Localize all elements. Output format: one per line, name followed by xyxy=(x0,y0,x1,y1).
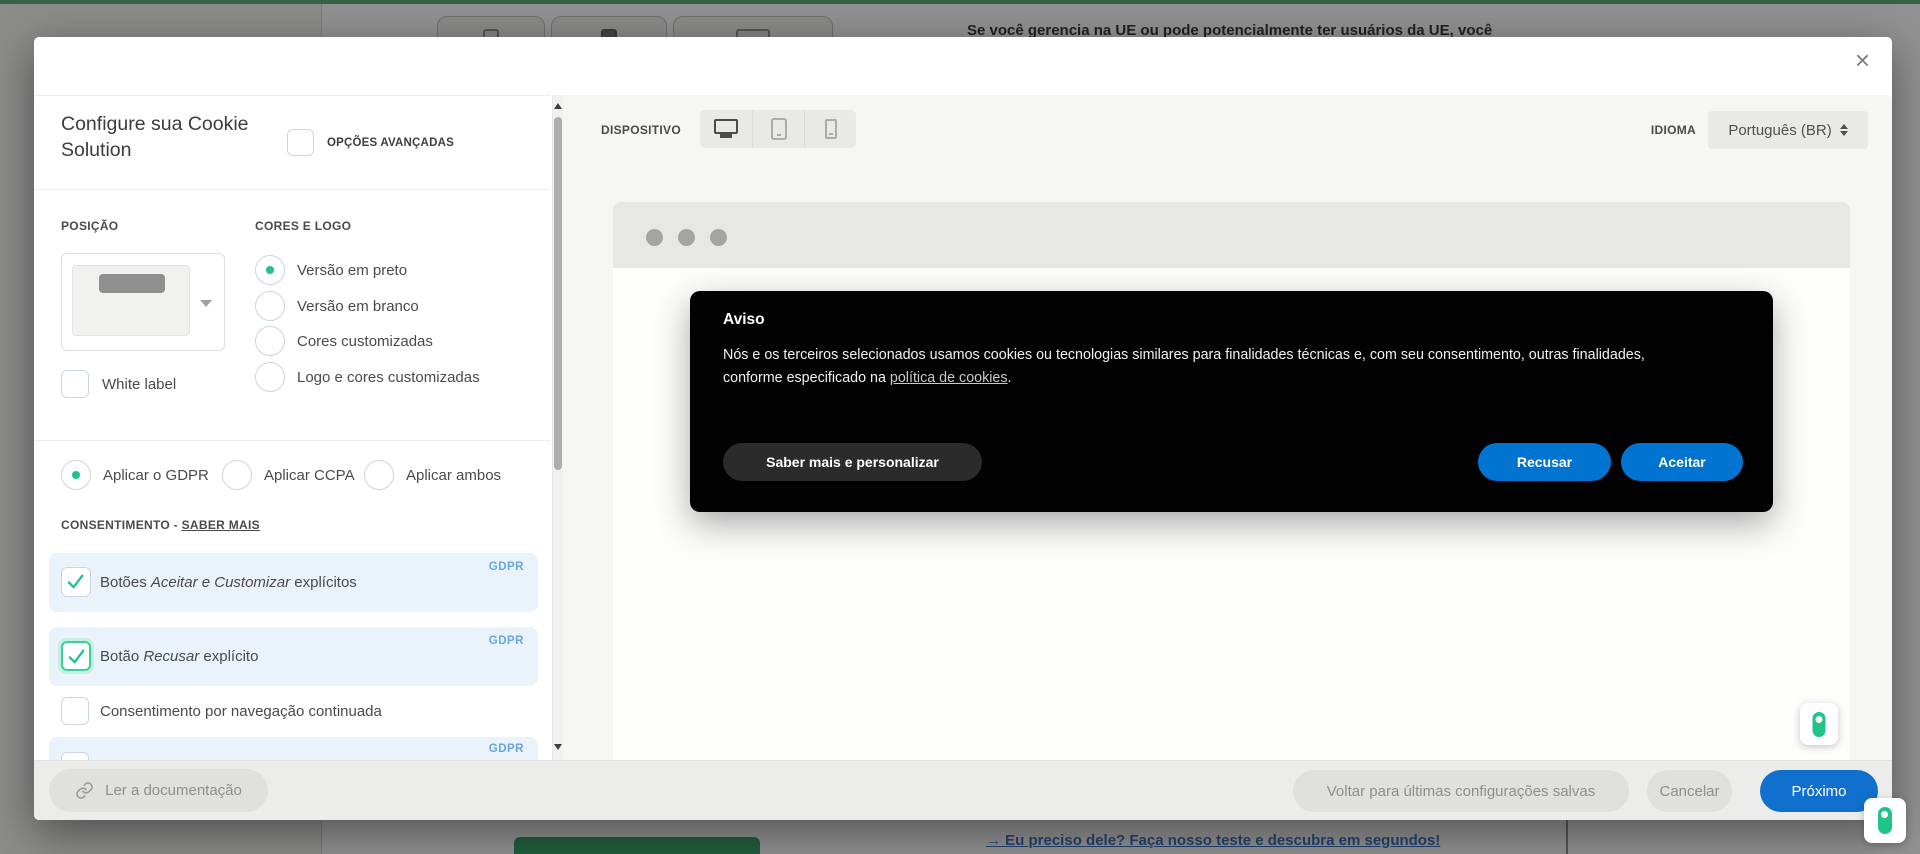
advanced-options-label: OPÇÕES AVANÇADAS xyxy=(327,137,454,149)
window-dot-icon xyxy=(646,229,663,246)
colors-section-label: CORES E LOGO xyxy=(255,219,351,233)
link-icon xyxy=(75,781,94,800)
cookie-policy-link[interactable]: política de cookies xyxy=(890,370,1008,386)
banner-title: Aviso xyxy=(723,311,765,329)
device-switcher xyxy=(700,110,856,148)
privacy-lock-icon xyxy=(1813,712,1826,737)
position-preview xyxy=(72,265,190,336)
white-label-checkbox[interactable] xyxy=(61,370,89,398)
radio-icon xyxy=(222,460,252,490)
radio-icon xyxy=(255,291,285,321)
color-option-black[interactable]: Versão em preto xyxy=(255,255,407,285)
position-picker[interactable] xyxy=(61,253,225,351)
radio-icon xyxy=(255,326,285,356)
settings-panel: Configure sua Cookie Solution OPÇÕES AVA… xyxy=(34,95,550,760)
gdpr-badge: GDPR xyxy=(489,561,524,573)
window-dot-icon xyxy=(678,229,695,246)
regulation-both[interactable]: Aplicar ambos xyxy=(364,460,501,490)
checked-focused-checkbox[interactable] xyxy=(61,641,91,671)
color-option-custom-colors[interactable]: Cores customizadas xyxy=(255,326,433,356)
phone-icon xyxy=(825,119,837,139)
advanced-options-checkbox[interactable] xyxy=(287,129,314,156)
advanced-options-toggle[interactable]: OPÇÕES AVANÇADAS xyxy=(287,129,454,156)
cookie-configurator-modal: × Configure sua Cookie Solution OPÇÕES A… xyxy=(34,37,1892,820)
position-banner-thumbnail xyxy=(99,274,165,293)
scroll-up-icon[interactable] xyxy=(554,103,562,109)
privacy-widget-button[interactable] xyxy=(1800,703,1838,745)
banner-accept-button[interactable]: Aceitar xyxy=(1621,443,1743,481)
consent-row-partial[interactable]: GDPR xyxy=(49,737,538,760)
close-icon[interactable]: × xyxy=(1855,47,1870,73)
preview-browser-bar xyxy=(613,202,1850,268)
preview-pane: DISPOSITIVO IDIOMA Português (BR) Aviso … xyxy=(563,95,1892,760)
gdpr-badge: GDPR xyxy=(489,743,524,755)
radio-selected-icon xyxy=(61,460,91,490)
radio-icon xyxy=(255,362,285,392)
banner-customize-button[interactable]: Saber mais e personalizar xyxy=(723,443,982,481)
privacy-widget-button[interactable] xyxy=(1864,798,1906,843)
restore-settings-button[interactable]: Voltar para últimas configurações salvas xyxy=(1293,770,1629,812)
screen: Se você gerencia na UE ou pode potencial… xyxy=(0,0,1920,854)
panel-header: Configure sua Cookie Solution OPÇÕES AVA… xyxy=(34,95,550,190)
color-option-white[interactable]: Versão em branco xyxy=(255,291,419,321)
panel-scrollbar[interactable] xyxy=(552,95,563,760)
banner-reject-button[interactable]: Recusar xyxy=(1478,443,1611,481)
device-desktop-button[interactable] xyxy=(700,110,752,148)
consent-row-continued-browsing[interactable]: Consentimento por navegação continuada xyxy=(49,693,538,731)
device-phone-button[interactable] xyxy=(804,110,856,148)
regulation-ccpa[interactable]: Aplicar CCPA xyxy=(222,460,355,490)
chevron-down-icon xyxy=(200,300,212,307)
consent-section-label: CONSENTIMENTO - SABER MAIS xyxy=(61,518,260,532)
gdpr-badge: GDPR xyxy=(489,635,524,647)
desktop-icon xyxy=(714,119,738,134)
banner-text-line2: conforme especificado na política de coo… xyxy=(723,370,1012,386)
section-divider xyxy=(34,440,550,441)
position-section-label: POSIÇÃO xyxy=(61,219,118,233)
select-arrows-icon xyxy=(1840,124,1848,136)
checkmark-icon xyxy=(65,571,86,592)
regulation-gdpr[interactable]: Aplicar o GDPR xyxy=(61,460,209,490)
white-label-toggle[interactable]: White label xyxy=(61,370,176,398)
language-select[interactable]: Português (BR) xyxy=(1708,111,1868,149)
unchecked-checkbox[interactable] xyxy=(61,697,89,725)
page-title: Configure sua Cookie Solution xyxy=(61,112,271,163)
checked-checkbox[interactable] xyxy=(61,567,91,597)
saber-mais-link[interactable]: SABER MAIS xyxy=(182,518,260,532)
color-option-logo-and-colors[interactable]: Logo e cores customizadas xyxy=(255,362,480,392)
device-label: DISPOSITIVO xyxy=(601,123,681,137)
privacy-lock-icon xyxy=(1878,807,1892,834)
unchecked-checkbox[interactable] xyxy=(61,752,89,760)
next-button[interactable]: Próximo xyxy=(1760,770,1878,812)
radio-selected-icon xyxy=(255,255,285,285)
device-tablet-button[interactable] xyxy=(752,110,804,148)
cancel-button[interactable]: Cancelar xyxy=(1647,770,1732,812)
cookie-banner-preview: Aviso Nós e os terceiros selecionados us… xyxy=(690,291,1773,512)
window-dot-icon xyxy=(710,229,727,246)
white-label-text: White label xyxy=(102,376,176,393)
language-label: IDIOMA xyxy=(1651,123,1696,137)
consent-row-accept-customize[interactable]: Botões Aceitar e Customizar explícitos G… xyxy=(49,553,538,612)
banner-text-line1: Nós e os terceiros selecionados usamos c… xyxy=(723,347,1645,363)
scroll-down-icon[interactable] xyxy=(554,744,562,750)
tablet-icon xyxy=(771,118,787,140)
scrollbar-thumb[interactable] xyxy=(554,117,562,470)
modal-footer: Ler a documentação Voltar para últimas c… xyxy=(34,760,1892,820)
radio-icon xyxy=(364,460,394,490)
read-docs-button[interactable]: Ler a documentação xyxy=(49,769,268,812)
consent-row-reject-button[interactable]: Botão Recusar explícito GDPR xyxy=(49,627,538,686)
checkmark-icon xyxy=(66,646,87,667)
